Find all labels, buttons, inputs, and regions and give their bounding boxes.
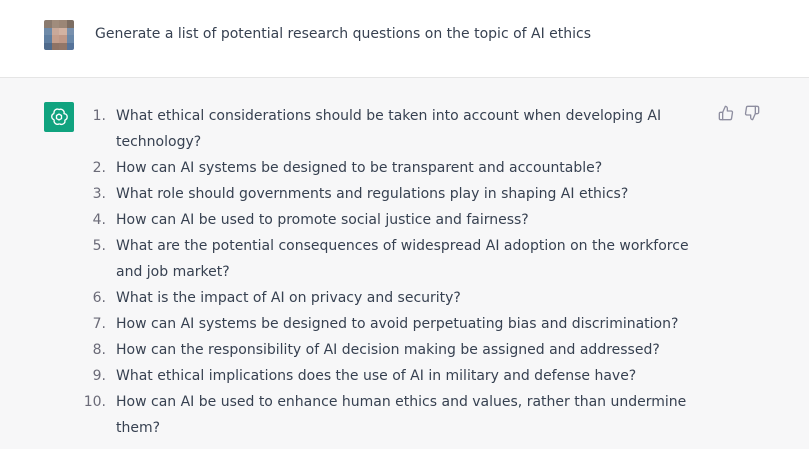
list-item-text: What ethical implications does the use o…	[116, 368, 637, 384]
list-number: 9.	[92, 368, 106, 384]
user-prompt-text: Generate a list of potential research qu…	[95, 26, 592, 42]
answer-list: 1. What ethical considerations should be …	[82, 103, 702, 441]
assistant-message-row: 1. What ethical considerations should be …	[0, 79, 809, 449]
list-number: 6.	[92, 290, 106, 306]
user-message-row: Generate a list of potential research qu…	[0, 0, 809, 78]
list-item: 9. What ethical implications does the use…	[82, 363, 702, 389]
list-item-text: How can the responsibility of AI decisio…	[116, 342, 660, 358]
list-item-text: What is the impact of AI on privacy and …	[116, 290, 461, 306]
list-item: 8. How can the responsibility of AI decis…	[82, 337, 702, 363]
openai-logo-icon	[44, 102, 74, 132]
list-number: 1.	[92, 108, 106, 124]
list-item: 3. What role should governments and regul…	[82, 181, 702, 207]
thumbs-up-icon[interactable]	[718, 105, 734, 121]
list-item-text: What ethical considerations should be ta…	[116, 108, 662, 150]
list-item-text: How can AI systems be designed to avoid …	[116, 316, 679, 332]
list-number: 3.	[92, 186, 106, 202]
user-avatar	[44, 20, 74, 50]
list-item: 10. How can AI be used to enhance human e…	[82, 389, 702, 441]
feedback-buttons	[718, 105, 760, 121]
list-item: 2. How can AI systems be designed to be t…	[82, 155, 702, 181]
list-item-text: What role should governments and regulat…	[116, 186, 629, 202]
list-number: 8.	[92, 342, 106, 358]
list-item-text: What are the potential consequences of w…	[116, 238, 689, 280]
list-number: 2.	[92, 160, 106, 176]
list-number: 7.	[92, 316, 106, 332]
thumbs-down-icon[interactable]	[744, 105, 760, 121]
list-item: 1. What ethical considerations should be …	[82, 103, 702, 155]
list-item: 4. How can AI be used to promote social j…	[82, 207, 702, 233]
list-number: 10.	[83, 394, 106, 410]
list-item: 5. What are the potential consequences of…	[82, 233, 702, 285]
list-item-text: How can AI systems be designed to be tra…	[116, 160, 603, 176]
list-number: 4.	[92, 212, 106, 228]
list-item-text: How can AI be used to enhance human ethi…	[116, 394, 687, 436]
list-item: 6. What is the impact of AI on privacy an…	[82, 285, 702, 311]
list-number: 5.	[92, 238, 106, 254]
list-item-text: How can AI be used to promote social jus…	[116, 212, 529, 228]
list-item: 7. How can AI systems be designed to avoi…	[82, 311, 702, 337]
